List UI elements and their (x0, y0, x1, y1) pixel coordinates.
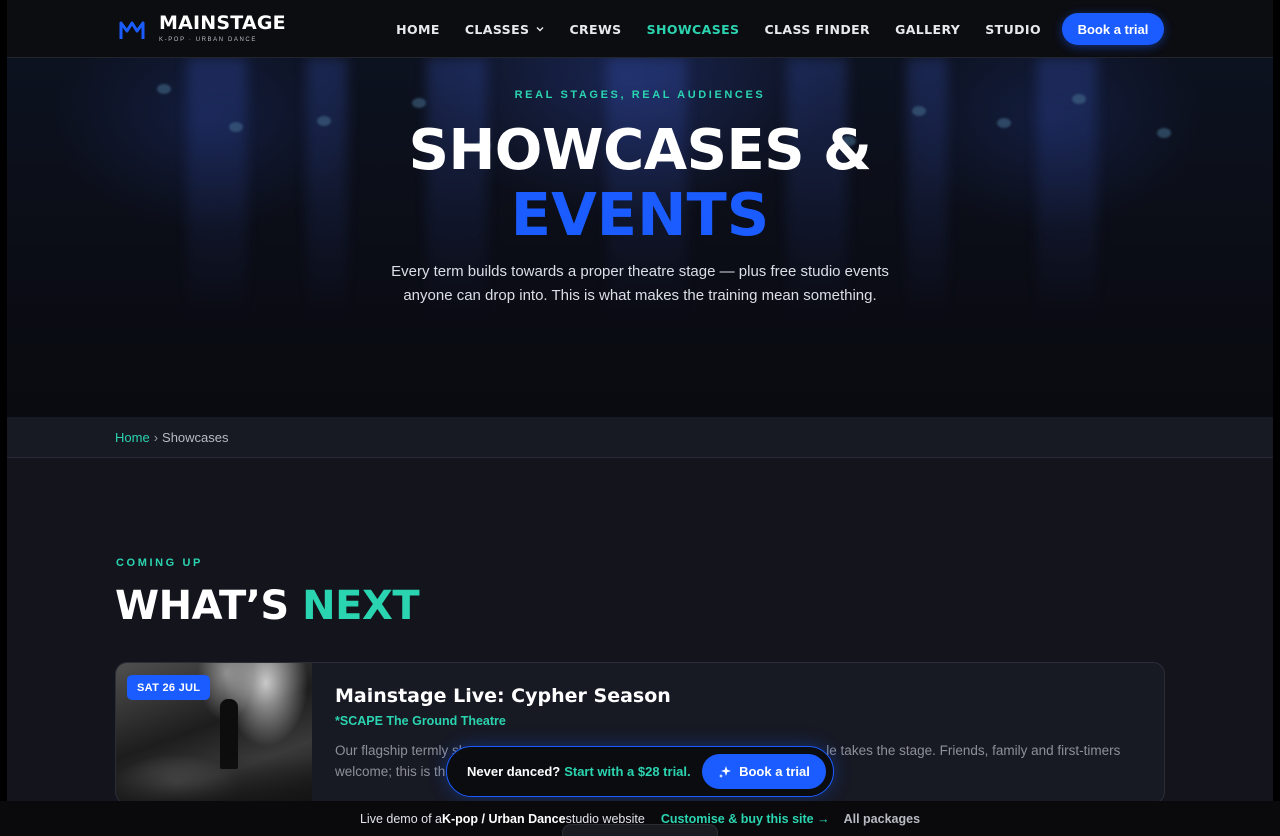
demo-toolbar-dock[interactable] (562, 824, 718, 836)
section-title: WHAT’S NEXT (115, 583, 420, 629)
mainstage-logo-icon (119, 21, 145, 39)
sparkle-icon (719, 765, 732, 778)
breadcrumb-home-link[interactable]: Home (115, 430, 150, 445)
demo-category: K-pop / Urban Dance (441, 811, 566, 826)
nav-showcases[interactable]: SHOWCASES (647, 22, 740, 37)
top-nav: MAINSTAGE K-POP · URBAN DANCE HOME CLASS… (7, 0, 1273, 58)
nav-home[interactable]: HOME (396, 22, 440, 37)
section-kicker: COMING UP (116, 557, 203, 569)
all-packages-link[interactable]: All packages (844, 812, 920, 826)
section-title-main: WHAT’S (115, 583, 303, 629)
hero-title-line2: EVENTS (510, 180, 770, 249)
nav-classes[interactable]: CLASSES (465, 22, 545, 37)
promo-book-trial-button[interactable]: Book a trial (702, 754, 826, 789)
hero-subtitle: Every term builds towards a proper theat… (391, 263, 889, 304)
event-date-badge: SAT 26 JUL (127, 675, 211, 700)
breadcrumb-separator: › (153, 429, 159, 445)
hero-kicker: REAL STAGES, REAL AUDIENCES (514, 89, 766, 101)
nav-studio[interactable]: STUDIO (985, 22, 1041, 37)
event-title[interactable]: Mainstage Live: Cypher Season (335, 685, 671, 707)
section-title-accent: NEXT (302, 583, 420, 629)
nav-gallery[interactable]: GALLERY (895, 22, 960, 37)
breadcrumb-current: Showcases (162, 429, 229, 445)
hero: REAL STAGES, REAL AUDIENCES SHOWCASES & … (7, 58, 1273, 417)
hero-title-line1: SHOWCASES & (408, 118, 872, 183)
promo-button-label: Book a trial (739, 764, 810, 779)
event-venue: *SCAPE The Ground Theatre (335, 714, 506, 728)
nav-class-finder[interactable]: CLASS FINDER (764, 22, 870, 37)
promo-offer-link[interactable]: Start with a $28 trial. (564, 764, 690, 779)
nav-links: HOME CLASSES CREWS SHOWCASES CLASS FINDE… (371, 0, 1041, 58)
breadcrumb: Home › Showcases (7, 417, 1273, 458)
book-trial-button[interactable]: Book a trial (1062, 13, 1164, 45)
logo[interactable]: MAINSTAGE K-POP · URBAN DANCE (119, 12, 286, 43)
nav-classes-label: CLASSES (464, 21, 530, 37)
chevron-down-icon (536, 27, 544, 32)
event-description-start: Our flagship termly sh (335, 743, 467, 758)
event-photo: SAT 26 JUL (116, 663, 312, 803)
brand-tagline: K-POP · URBAN DANCE (159, 37, 257, 43)
page: MAINSTAGE K-POP · URBAN DANCE HOME CLASS… (7, 0, 1273, 836)
brand-name: MAINSTAGE (159, 12, 286, 34)
promo-question: Never danced? (467, 764, 561, 779)
crowd-shade (116, 757, 312, 803)
nav-crews[interactable]: CREWS (569, 22, 621, 37)
trial-promo-pill: Never danced? Start with a $28 trial. Bo… (446, 746, 834, 797)
demo-prefix: Live demo of a (359, 811, 442, 826)
